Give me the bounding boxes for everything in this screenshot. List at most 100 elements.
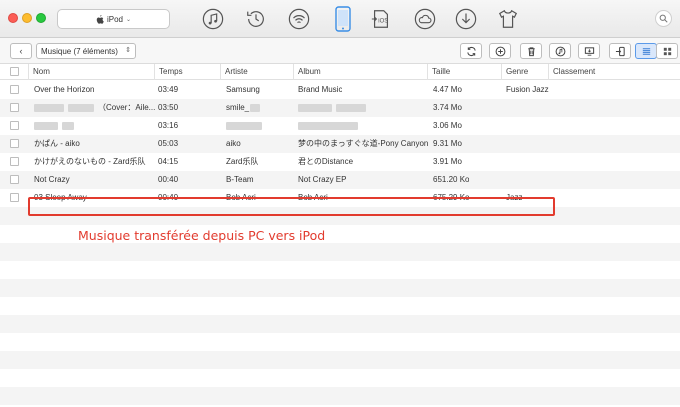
cell-text: かぱん - aiko — [34, 139, 80, 148]
cell-text: Fusion Jazz — [506, 85, 549, 94]
export-computer-icon — [584, 46, 594, 56]
ios-transfer-tool-button[interactable]: iOS — [368, 6, 394, 32]
empty-row — [0, 351, 680, 369]
column-header-genre[interactable]: Genre — [501, 64, 548, 80]
cell-text: Over the Horizon — [34, 85, 95, 94]
cell-text: 3.74 Mo — [433, 103, 462, 112]
download-tool-button[interactable] — [453, 6, 479, 32]
redacted-text — [226, 121, 262, 130]
cell-album: Brand Music — [298, 81, 342, 99]
itunes-export-icon — [555, 46, 565, 56]
music-tool-button[interactable] — [200, 6, 226, 32]
cell-text: Brand Music — [298, 85, 343, 94]
list-view-button[interactable] — [635, 43, 657, 59]
empty-row — [0, 279, 680, 297]
cell-genre: Fusion Jazz — [506, 81, 549, 99]
table-row[interactable]: （Cover：Aile... 03:50 smile_ 3.74 Mo — [0, 99, 680, 117]
column-header-name[interactable]: Nom — [28, 64, 154, 80]
cloud-tool-button[interactable] — [412, 6, 438, 32]
table-row[interactable]: 03:16 3.06 Mo — [0, 117, 680, 135]
empty-row — [0, 333, 680, 351]
toolkit-tool-button[interactable] — [495, 6, 521, 32]
cell-time: 00:40 — [158, 171, 178, 189]
cell-album: Not Crazy EP — [298, 171, 346, 189]
cell-size: 9.31 Mo — [433, 135, 462, 153]
cell-time: 05:03 — [158, 135, 178, 153]
column-header-rating[interactable]: Classement — [548, 64, 680, 80]
annotation-text: Musique transférée depuis PC vers iPod — [78, 228, 326, 243]
export-to-pc-button[interactable] — [578, 43, 600, 59]
row-checkbox[interactable] — [10, 157, 19, 166]
device-name: iPod — [106, 14, 123, 24]
table-header: Nom Temps Artiste Album Taille Genre Cla… — [0, 64, 680, 80]
row-checkbox[interactable] — [10, 175, 19, 184]
music-icon — [202, 8, 224, 30]
cell-artist: smile_ — [226, 99, 264, 117]
trash-icon — [527, 46, 535, 56]
back-button[interactable]: ‹ — [10, 43, 32, 59]
cell-name: かぱん - aiko — [34, 135, 80, 153]
row-checkbox[interactable] — [10, 139, 19, 148]
refresh-icon — [466, 46, 476, 56]
refresh-button[interactable] — [460, 43, 482, 59]
add-icon — [495, 46, 505, 56]
cell-text: （Cover：Aile... — [98, 103, 156, 112]
row-checkbox[interactable] — [10, 85, 19, 94]
column-header-size[interactable]: Taille — [427, 64, 501, 80]
table-row[interactable]: かぱん - aiko 05:03 aiko 梦の中のまっすぐな道-Pony Canyo… — [0, 135, 680, 153]
add-button[interactable] — [489, 43, 511, 59]
device-selector[interactable]: iPod ⌄ — [57, 9, 170, 29]
cell-name: Not Crazy — [34, 171, 70, 189]
cell-text: 3.06 Mo — [433, 121, 462, 130]
cell-artist: Zard乐队 — [226, 153, 258, 171]
close-window-button[interactable] — [8, 13, 18, 23]
minimize-window-button[interactable] — [22, 13, 32, 23]
highlight-box — [28, 197, 555, 216]
search-button[interactable] — [655, 10, 672, 27]
zoom-window-button[interactable] — [36, 13, 46, 23]
empty-row — [0, 261, 680, 279]
row-checkbox[interactable] — [10, 103, 19, 112]
cell-size: 4.47 Mo — [433, 81, 462, 99]
cell-artist: aiko — [226, 135, 241, 153]
cell-text: 04:15 — [158, 157, 179, 166]
table-row[interactable]: かけがえのないもの - Zard乐队 04:15 Zard乐队 君とのDistance… — [0, 153, 680, 171]
cell-time: 03:50 — [158, 99, 178, 117]
wifi-sync-tool-button[interactable] — [286, 6, 312, 32]
select-all-checkbox[interactable] — [10, 67, 19, 76]
cell-text: 00:40 — [158, 175, 179, 184]
column-header-album[interactable]: Album — [293, 64, 427, 80]
content-toolbar: ‹ Musique (7 éléments) ⇕ — [0, 38, 680, 64]
row-checkbox[interactable] — [10, 121, 19, 130]
cell-text: 651.20 Ko — [433, 175, 470, 184]
cell-name: かけがえのないもの - Zard乐队 — [34, 153, 146, 171]
cell-name: （Cover：Aile... — [34, 99, 155, 117]
shirt-icon — [498, 9, 518, 28]
phone-tool-button[interactable] — [330, 6, 356, 32]
title-bar: iPod ⌄ iOS — [0, 0, 680, 38]
cell-text: 3.91 Mo — [433, 157, 462, 166]
empty-row — [0, 297, 680, 315]
redacted-text — [68, 103, 94, 112]
list-view-icon — [642, 47, 650, 55]
cell-album — [298, 117, 362, 135]
table-row[interactable]: Over the Horizon 03:49 Samsung Brand Music 4… — [0, 81, 680, 99]
category-label: Musique (7 éléments) — [41, 46, 118, 56]
category-select[interactable]: Musique (7 éléments) ⇕ — [36, 43, 136, 59]
send-to-device-button[interactable] — [609, 43, 631, 59]
cell-album: 梦の中のまっすぐな道-Pony Canyon — [298, 135, 428, 153]
column-header-artist[interactable]: Artiste — [220, 64, 293, 80]
row-checkbox[interactable] — [10, 193, 19, 202]
delete-button[interactable] — [520, 43, 542, 59]
history-tool-button[interactable] — [243, 6, 269, 32]
grid-view-button[interactable] — [656, 43, 678, 59]
cell-time: 03:49 — [158, 81, 178, 99]
cell-text: 4.47 Mo — [433, 85, 462, 94]
column-header-time[interactable]: Temps — [154, 64, 220, 80]
cell-text: Samsung — [226, 85, 260, 94]
table-row[interactable]: Not Crazy 00:40 B-Team Not Crazy EP 651.20 K… — [0, 171, 680, 189]
add-to-itunes-button[interactable] — [549, 43, 571, 59]
cell-time: 04:15 — [158, 153, 178, 171]
empty-row — [0, 243, 680, 261]
redacted-text — [34, 121, 58, 130]
